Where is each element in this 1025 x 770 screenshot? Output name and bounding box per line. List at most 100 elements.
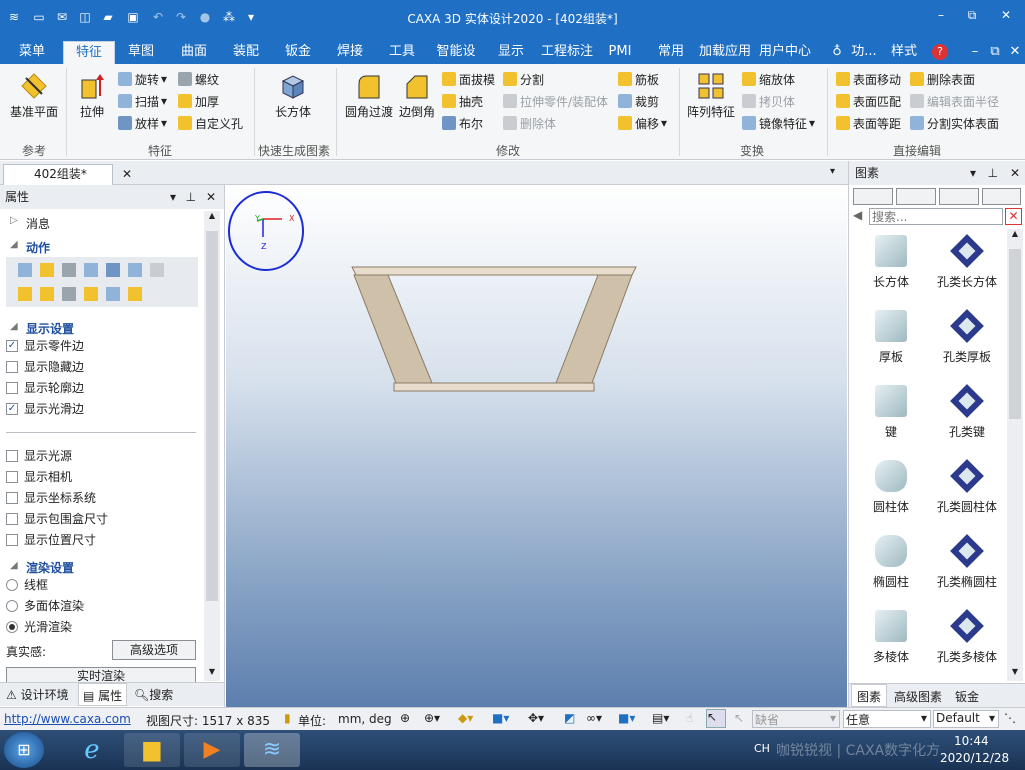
radio-circle[interactable] (6, 599, 18, 612)
datum-plane-button[interactable]: 基准平面 (6, 72, 62, 120)
checkbox-show-part-edges[interactable]: ✓ 显示零件边 (6, 337, 84, 354)
select-hand-icon[interactable]: ☝ (686, 711, 693, 725)
checkbox-show-bbox[interactable]: 显示包围盒尺寸 (6, 510, 108, 527)
action-icon[interactable] (128, 263, 142, 277)
zoom-icon[interactable]: ⊕ (400, 711, 410, 725)
tab-feature[interactable]: 特征 (63, 41, 115, 64)
copy-body-button[interactable]: 拷贝体 (742, 92, 795, 110)
glasses-icon[interactable]: ∞▾ (586, 711, 602, 725)
thicken-button[interactable]: 加厚 (178, 92, 219, 110)
move-icon[interactable]: ✥▾ (528, 711, 544, 725)
tab-annotation[interactable]: 工程标注 (538, 41, 596, 64)
advanced-options-button[interactable]: 高级选项 (112, 640, 196, 660)
checkbox-box[interactable]: ✓ (6, 402, 18, 415)
view-orient-icon[interactable]: ■▾ (492, 711, 509, 725)
caxa-link[interactable]: http://www.caxa.com (4, 712, 131, 726)
style-select[interactable]: Default ▾ (933, 710, 999, 728)
gallery-item[interactable]: 孔类长方体 (927, 234, 1007, 290)
action-icon[interactable] (18, 287, 32, 301)
edit-radius-button[interactable]: 编辑表面半径 (910, 92, 999, 110)
tab-surface[interactable]: 曲面 (170, 41, 218, 64)
minimize-button[interactable]: – (930, 6, 952, 24)
gallery-search-input[interactable] (869, 208, 1003, 225)
layer-icon[interactable]: ▤▾ (652, 711, 669, 725)
help-search[interactable]: 功... (846, 41, 882, 64)
lightbulb-icon[interactable]: ♁ (830, 41, 844, 64)
rotate-button[interactable]: 旋转 ▾ (118, 70, 167, 88)
close-doc-icon[interactable]: ✕ (122, 165, 132, 184)
scroll-down-icon[interactable]: ▼ (204, 667, 220, 681)
expand-icon[interactable]: ▷ (10, 215, 18, 226)
close-button[interactable]: ✕ (995, 6, 1017, 24)
shell-button[interactable]: 抽壳 (442, 92, 483, 110)
fillet-button[interactable]: 圆角过渡 (343, 72, 395, 120)
extrude-button[interactable]: 拉伸 (72, 72, 112, 120)
box-button[interactable]: 长方体 (262, 72, 324, 120)
tab-addins[interactable]: 加载应用 (697, 41, 753, 64)
checkbox-box[interactable] (6, 533, 18, 546)
pattern-button[interactable]: 阵列特征 (684, 72, 738, 120)
action-icon[interactable] (150, 263, 164, 277)
split-button[interactable]: 分割 (503, 70, 544, 88)
pin-icon[interactable]: ⊥ (186, 185, 196, 209)
render-mode-icon[interactable]: ■▾ (618, 711, 635, 725)
panel-menu-icon[interactable]: ▾ (970, 161, 976, 185)
ribbon-close-icon[interactable]: ✕ (1008, 41, 1022, 64)
radio-circle[interactable] (6, 620, 18, 633)
panel-menu-icon[interactable]: ▾ (170, 185, 176, 209)
checkbox-show-smooth-edges[interactable]: ✓ 显示光滑边 (6, 400, 84, 417)
messages-section[interactable]: 消息 (26, 215, 50, 232)
checkbox-box[interactable] (6, 470, 18, 483)
action-icon[interactable] (84, 263, 98, 277)
panel-close-icon[interactable]: ✕ (206, 185, 216, 209)
checkbox-show-camera[interactable]: 显示相机 (6, 468, 72, 485)
tab-pmi[interactable]: PMI (600, 41, 640, 64)
start-button[interactable]: ⊞ (4, 732, 44, 768)
rib-button[interactable]: 筋板 (618, 70, 659, 88)
3d-viewport[interactable]: Y X Z (226, 185, 847, 707)
clock-date[interactable]: 2020/12/28 (940, 751, 1009, 765)
scale-button[interactable]: 缩放体 (742, 70, 795, 88)
ie-icon[interactable]: ℯ (64, 733, 120, 767)
ribbon-restore-icon[interactable]: ⧉ (988, 41, 1002, 64)
equal-face-button[interactable]: 表面等距 (836, 114, 901, 132)
pointer-icon[interactable]: ↖ (706, 709, 726, 728)
radio-smooth[interactable]: 光滑渲染 (6, 618, 72, 635)
gallery-item[interactable]: 多棱体 (851, 610, 931, 665)
explorer-icon[interactable]: ▆ (124, 733, 180, 767)
category-tab[interactable] (896, 188, 936, 205)
mirror-button[interactable]: 镜像特征 ▾ (742, 114, 815, 132)
delete-body-button[interactable]: 删除体 (503, 114, 556, 132)
thread-button[interactable]: 螺纹 (178, 70, 219, 88)
view-icon[interactable]: ◆▾ (458, 711, 473, 725)
gallery-item[interactable]: 孔类圆柱体 (927, 459, 1007, 515)
action-icon[interactable] (84, 287, 98, 301)
back-icon[interactable]: ◀ (853, 208, 867, 224)
collapse-icon[interactable]: ◢ (10, 321, 18, 332)
category-tab[interactable] (982, 188, 1021, 205)
ribbon-minimize-icon[interactable]: – (968, 41, 982, 64)
action-icon[interactable] (128, 287, 142, 301)
scroll-up-icon[interactable]: ▲ (204, 211, 220, 225)
tab-sheetmetal-primitives[interactable]: 钣金 (955, 688, 979, 705)
tab-primitives[interactable]: 图素 (851, 684, 888, 707)
category-tab[interactable] (853, 188, 893, 205)
scroll-up-icon[interactable]: ▲ (1007, 229, 1023, 243)
tab-search[interactable]: 🔍︎搜索 (134, 686, 173, 703)
style-menu[interactable]: 样式 (886, 41, 922, 64)
left-leg[interactable] (353, 274, 433, 384)
gallery-item[interactable]: 圆柱体 (851, 460, 931, 515)
gallery-item[interactable]: 厚板 (851, 310, 931, 365)
action-icon[interactable] (106, 263, 120, 277)
scroll-down-icon[interactable]: ▼ (1007, 667, 1023, 681)
tab-display[interactable]: 显示 (488, 41, 534, 64)
doc-dropdown-icon[interactable]: ▾ (830, 166, 835, 177)
checkbox-box[interactable] (6, 360, 18, 373)
trim-button[interactable]: 裁剪 (618, 92, 659, 110)
checkbox-show-position[interactable]: 显示位置尺寸 (6, 531, 96, 548)
split-solid-button[interactable]: 分割实体表面 (910, 114, 999, 132)
checkbox-show-coord[interactable]: 显示坐标系统 (6, 489, 96, 506)
gallery-item[interactable]: 键 (851, 385, 931, 440)
tab-sheetmetal[interactable]: 钣金 (274, 41, 322, 64)
pin-icon[interactable]: ⊥ (988, 161, 998, 185)
